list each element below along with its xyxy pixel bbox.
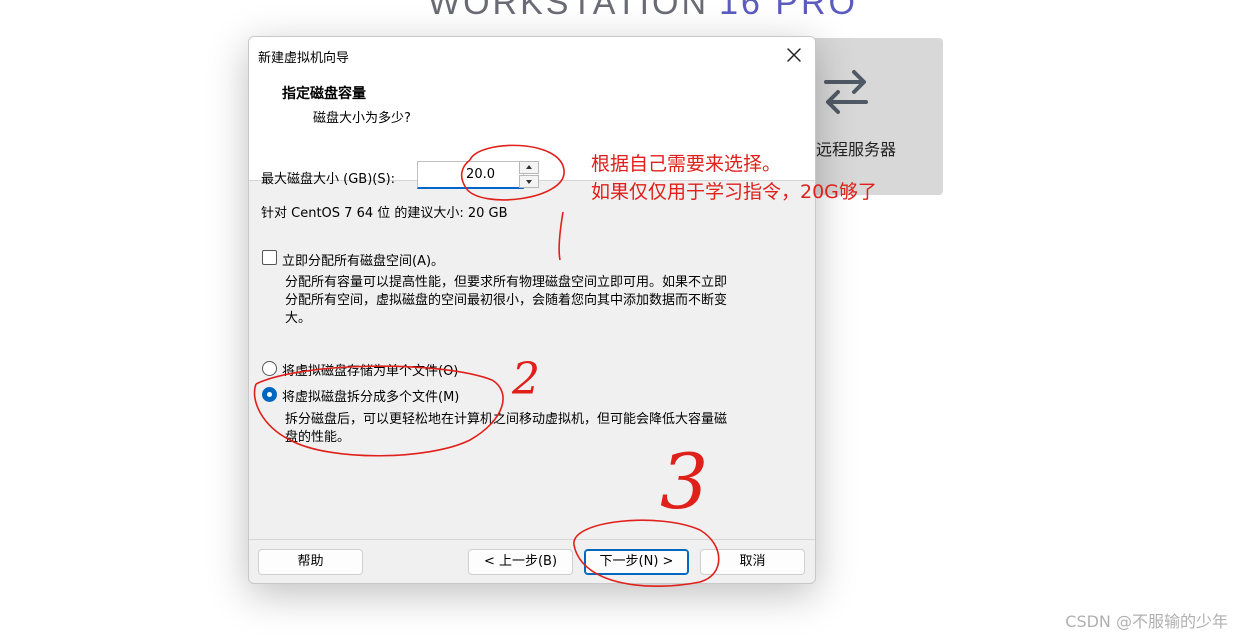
- allocate-all-checkbox[interactable]: [262, 250, 277, 265]
- multi-desc-line: 拆分磁盘后，可以更轻松地在计算机之间移动虚拟机，但可能会降低大容量磁: [285, 412, 728, 427]
- recommended-size-text: 针对 CentOS 7 64 位 的建议大小: 20 GB: [261, 206, 508, 221]
- disk-size-stepper: [519, 161, 539, 189]
- annotation-step-3: 3: [660, 437, 709, 526]
- close-icon[interactable]: [781, 42, 807, 68]
- page-title: 指定磁盘容量: [282, 86, 366, 102]
- next-button[interactable]: 下一步(N) >: [584, 549, 689, 575]
- allocate-desc-line: 分配所有空间，虚拟磁盘的空间最初很小，会随着您向其中添加数据而不断变: [285, 293, 728, 308]
- cancel-button[interactable]: 取消: [700, 549, 805, 575]
- annotation-note-line1: 根据自己需要来选择。: [591, 153, 782, 175]
- dialog-title: 新建虚拟机向导: [258, 51, 350, 66]
- dialog-titlebar[interactable]: 新建虚拟机向导: [249, 37, 815, 73]
- brand-version: 16 PRO: [719, 0, 859, 22]
- allocate-desc-line: 大。: [285, 311, 312, 326]
- remote-server-label: 远程服务器: [816, 140, 897, 159]
- triangle-down-icon: [526, 180, 532, 184]
- single-file-radio[interactable]: [262, 361, 277, 376]
- stepper-up-button[interactable]: [519, 161, 539, 174]
- multi-desc-line: 盘的性能。: [285, 430, 351, 445]
- swap-arrows-icon: [824, 70, 868, 114]
- max-disk-size-input[interactable]: 20.0: [417, 161, 524, 189]
- back-button[interactable]: < 上一步(B): [468, 549, 573, 575]
- allocate-all-label[interactable]: 立即分配所有磁盘空间(A)。: [282, 250, 444, 269]
- screenshot-root: WORKSTATION 16 PRO 远程服务器 新建虚拟机向导 指定磁盘容量 磁…: [0, 0, 1244, 642]
- help-button[interactable]: 帮助: [258, 549, 363, 575]
- annotation-note-line2: 如果仅仅用于学习指令，20G够了: [591, 181, 877, 203]
- csdn-watermark: CSDN @不服输的少年: [1065, 612, 1228, 631]
- triangle-up-icon: [526, 165, 532, 169]
- allocate-desc-line: 分配所有容量可以提高性能，但要求所有物理磁盘空间立即可用。如果不立即: [285, 275, 728, 290]
- multi-file-label[interactable]: 将虚拟磁盘拆分成多个文件(M): [282, 386, 459, 405]
- max-disk-size-label: 最大磁盘大小 (GB)(S):: [261, 172, 396, 187]
- annotation-step-2: 2: [512, 354, 540, 405]
- footer-divider: [249, 539, 815, 540]
- single-file-label[interactable]: 将虚拟磁盘存储为单个文件(O): [282, 360, 458, 379]
- new-vm-wizard-dialog: 新建虚拟机向导 指定磁盘容量 磁盘大小为多少? 最大磁盘大小 (GB)(S): …: [248, 36, 816, 584]
- multi-file-description: 拆分磁盘后，可以更轻松地在计算机之间移动虚拟机，但可能会降低大容量磁 盘的性能。: [285, 411, 805, 447]
- page-subtitle: 磁盘大小为多少?: [313, 111, 411, 126]
- allocate-description: 分配所有容量可以提高性能，但要求所有物理磁盘空间立即可用。如果不立即 分配所有空…: [285, 274, 805, 328]
- brand-name: WORKSTATION: [428, 0, 710, 22]
- stepper-down-button[interactable]: [519, 175, 539, 188]
- multi-file-radio[interactable]: [262, 387, 277, 402]
- brand-header: WORKSTATION 16 PRO: [428, 0, 858, 20]
